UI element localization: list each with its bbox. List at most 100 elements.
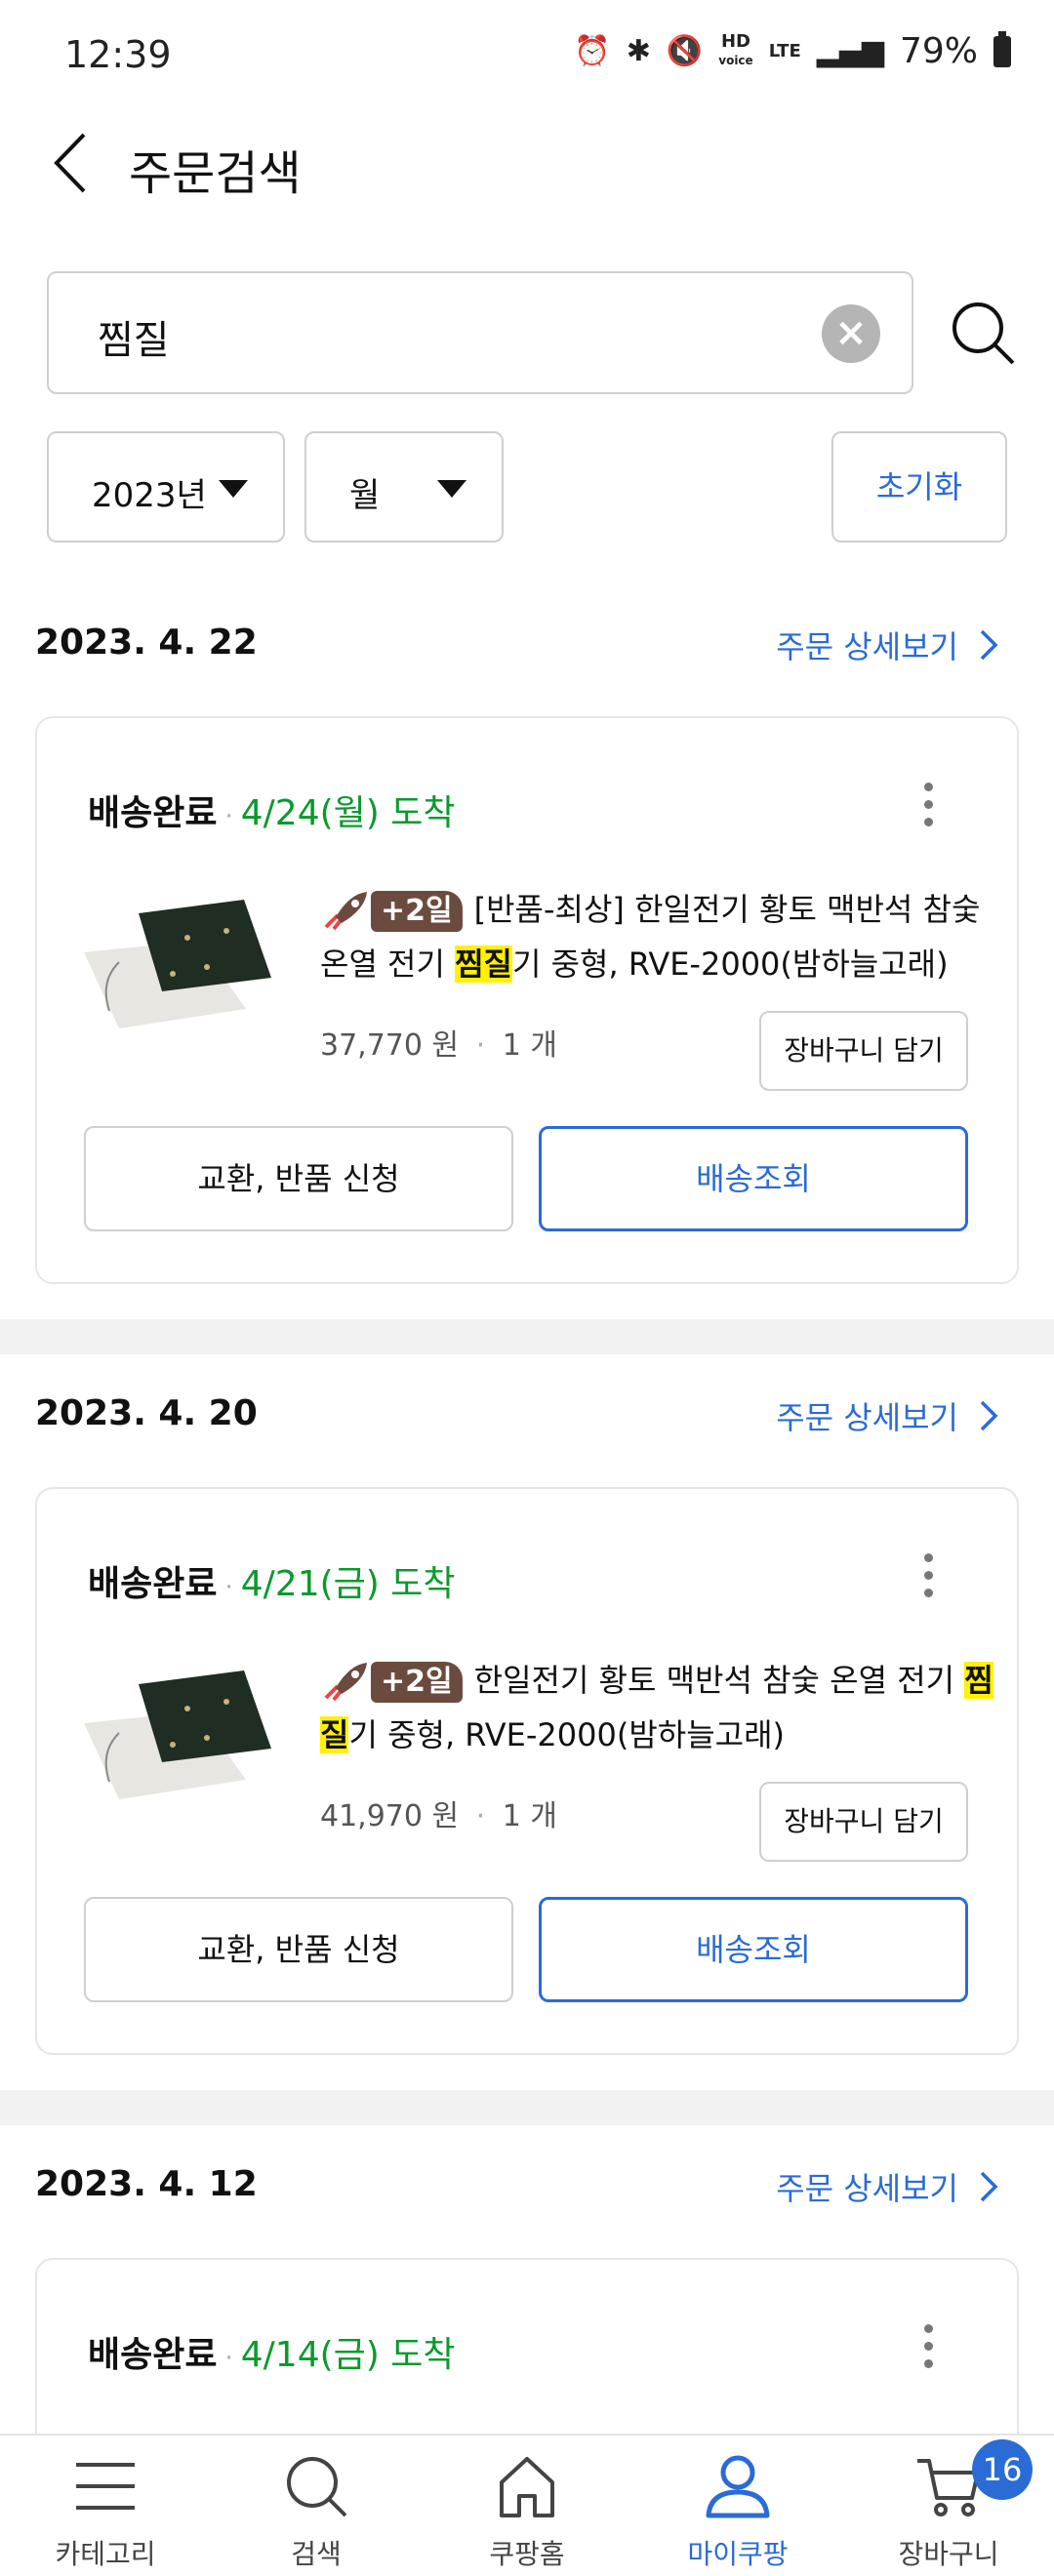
back-arrow-icon[interactable] (47, 129, 105, 197)
exchange-return-button[interactable]: 교환, 반품 신청 (84, 1897, 513, 2002)
price-qty: 37,770 원 · 1 개 (320, 1021, 557, 1064)
arrival-label: 4/24(월) 도착 (240, 793, 456, 833)
order-detail-label: 주문 상세보기 (776, 1399, 958, 1436)
status-icons: ⏰ ✱ 🔇 HD voice LTE ▂▄▆ 79% (574, 30, 1011, 71)
track-delivery-button[interactable]: 배송조회 (539, 1126, 968, 1231)
rocket-icon (324, 1663, 367, 1702)
lte-icon: LTE (768, 40, 801, 61)
nav-label: 검색 (291, 2538, 342, 2570)
chevron-right-icon (980, 2171, 998, 2202)
nav-category[interactable]: 카테고리 (0, 2435, 211, 2576)
hd-voice-icon: HD voice (718, 31, 753, 68)
nav-home[interactable]: 쿠팡홈 (422, 2435, 632, 2576)
rocket-icon (324, 892, 367, 931)
product-image[interactable] (80, 1655, 275, 1801)
signal-icon: ▂▄▆ (816, 34, 884, 68)
product-title-rest: 기 중형, RVE-2000(밤하늘고래) (348, 1716, 786, 1753)
delivery-badge: +2일 (371, 891, 463, 932)
alarm-icon: ⏰ (574, 34, 611, 68)
app-header: 주문검색 (0, 107, 1054, 215)
nav-label: 장바구니 (898, 2538, 999, 2570)
delivery-status: 배송완료 · 4/14(금) 도착 (88, 2326, 456, 2377)
order-group: 2023. 4. 12 주문 상세보기 배송완료 · 4/14(금) 도착 (0, 2127, 1054, 2434)
order-card: 배송완료 · 4/21(금) 도착 +2일 한일전기 황토 맥반석 참숯 온열 전… (35, 1487, 1019, 2055)
caret-down-icon (219, 480, 248, 498)
clear-search-icon[interactable]: × (822, 304, 880, 363)
year-select[interactable]: 2023년 (47, 431, 285, 543)
search-icon (287, 2457, 347, 2517)
order-detail-label: 주문 상세보기 (776, 2170, 958, 2207)
price: 37,770 원 (320, 1028, 460, 1063)
separator-dot: · (224, 1573, 233, 1602)
order-group: 2023. 4. 20 주문 상세보기 배송완료 · 4/21(금) 도착 +2… (0, 1356, 1054, 2088)
caret-down-icon (437, 480, 466, 498)
battery-percent: 79% (899, 31, 978, 71)
more-options-icon[interactable] (921, 1553, 935, 1602)
chevron-right-icon (980, 1400, 998, 1431)
search-value: 찜질 (98, 318, 170, 363)
separator-dot: · (224, 802, 233, 831)
price-qty: 41,970 원 · 1 개 (320, 1791, 557, 1834)
order-date: 2023. 4. 20 (35, 1393, 258, 1433)
order-date: 2023. 4. 22 (35, 623, 258, 663)
status-label: 배송완료 (88, 2335, 218, 2375)
page-title: 주문검색 (129, 146, 302, 201)
status-label: 배송완료 (88, 793, 218, 833)
price: 41,970 원 (320, 1799, 460, 1833)
battery-icon (993, 30, 1011, 67)
product-title[interactable]: +2일 한일전기 황토 맥반석 참숯 온열 전기 찜질기 중형, RVE-2000… (320, 1653, 1003, 1762)
status-label: 배송완료 (88, 1564, 218, 1604)
quantity: 1 개 (502, 1028, 557, 1063)
nav-search[interactable]: 검색 (211, 2435, 422, 2576)
order-detail-link[interactable]: 주문 상세보기 (776, 1393, 999, 1438)
nav-label: 마이쿠팡 (687, 2538, 789, 2570)
section-divider (0, 1319, 1054, 1354)
mute-icon: 🔇 (666, 34, 704, 68)
product-image[interactable] (80, 884, 275, 1030)
product-title[interactable]: +2일 [반품-최상] 한일전기 황토 맥반석 참숯 온열 전기 찜질기 중형, … (320, 882, 1003, 991)
home-icon (500, 2457, 554, 2517)
bluetooth-icon: ✱ (626, 34, 651, 68)
menu-icon (76, 2463, 135, 2510)
separator-dot: · (224, 2344, 233, 2373)
year-select-label: 2023년 (92, 476, 207, 515)
delivery-badge: +2일 (371, 1662, 463, 1703)
user-icon (706, 2455, 770, 2518)
nav-cart[interactable]: 16 장바구니 (843, 2435, 1054, 2576)
order-group: 2023. 4. 22 주문 상세보기 배송완료 · 4/24(월) 도착 +2… (0, 585, 1054, 1317)
order-detail-link[interactable]: 주문 상세보기 (776, 623, 999, 667)
chevron-right-icon (980, 629, 998, 661)
more-options-icon[interactable] (921, 2324, 935, 2373)
section-divider (0, 2090, 1054, 2125)
separator-dot: · (475, 1028, 486, 1063)
more-options-icon[interactable] (921, 783, 935, 831)
search-highlight: 찜질 (455, 946, 512, 983)
arrival-label: 4/14(금) 도착 (240, 2335, 456, 2375)
separator-dot: · (475, 1799, 486, 1833)
search-icon[interactable] (949, 299, 1019, 369)
month-select-label: 월 (349, 476, 381, 515)
bottom-nav: 카테고리 검색 쿠팡홈 마이쿠팡 16 장바구니 (0, 2434, 1054, 2576)
delivery-status: 배송완료 · 4/21(금) 도착 (88, 1555, 456, 1606)
add-to-cart-button[interactable]: 장바구니 담기 (759, 1011, 968, 1091)
product-title-rest: 기 중형, RVE-2000(밤하늘고래) (512, 946, 949, 983)
quantity: 1 개 (502, 1799, 557, 1833)
search-input[interactable]: 찜질 × (47, 271, 913, 394)
delivery-status: 배송완료 · 4/24(월) 도착 (88, 785, 456, 835)
order-detail-link[interactable]: 주문 상세보기 (776, 2164, 999, 2209)
nav-label: 쿠팡홈 (489, 2538, 565, 2570)
add-to-cart-button[interactable]: 장바구니 담기 (759, 1782, 968, 1862)
order-date: 2023. 4. 12 (35, 2164, 258, 2204)
order-card: 배송완료 · 4/24(월) 도착 +2일 [반품-최상] 한일전기 황토 맥반석… (35, 716, 1019, 1284)
order-detail-label: 주문 상세보기 (776, 628, 958, 665)
month-select[interactable]: 월 (304, 431, 504, 543)
arrival-label: 4/21(금) 도착 (240, 1564, 456, 1604)
status-time: 12:39 (64, 33, 172, 76)
track-delivery-button[interactable]: 배송조회 (539, 1897, 968, 2002)
status-bar: 12:39 ⏰ ✱ 🔇 HD voice LTE ▂▄▆ 79% (0, 0, 1054, 107)
exchange-return-button[interactable]: 교환, 반품 신청 (84, 1126, 513, 1231)
order-card: 배송완료 · 4/14(금) 도착 (35, 2258, 1019, 2434)
cart-count-badge: 16 (972, 2439, 1033, 2500)
reset-button[interactable]: 초기화 (831, 431, 1007, 543)
nav-mycoupang[interactable]: 마이쿠팡 (632, 2435, 843, 2576)
